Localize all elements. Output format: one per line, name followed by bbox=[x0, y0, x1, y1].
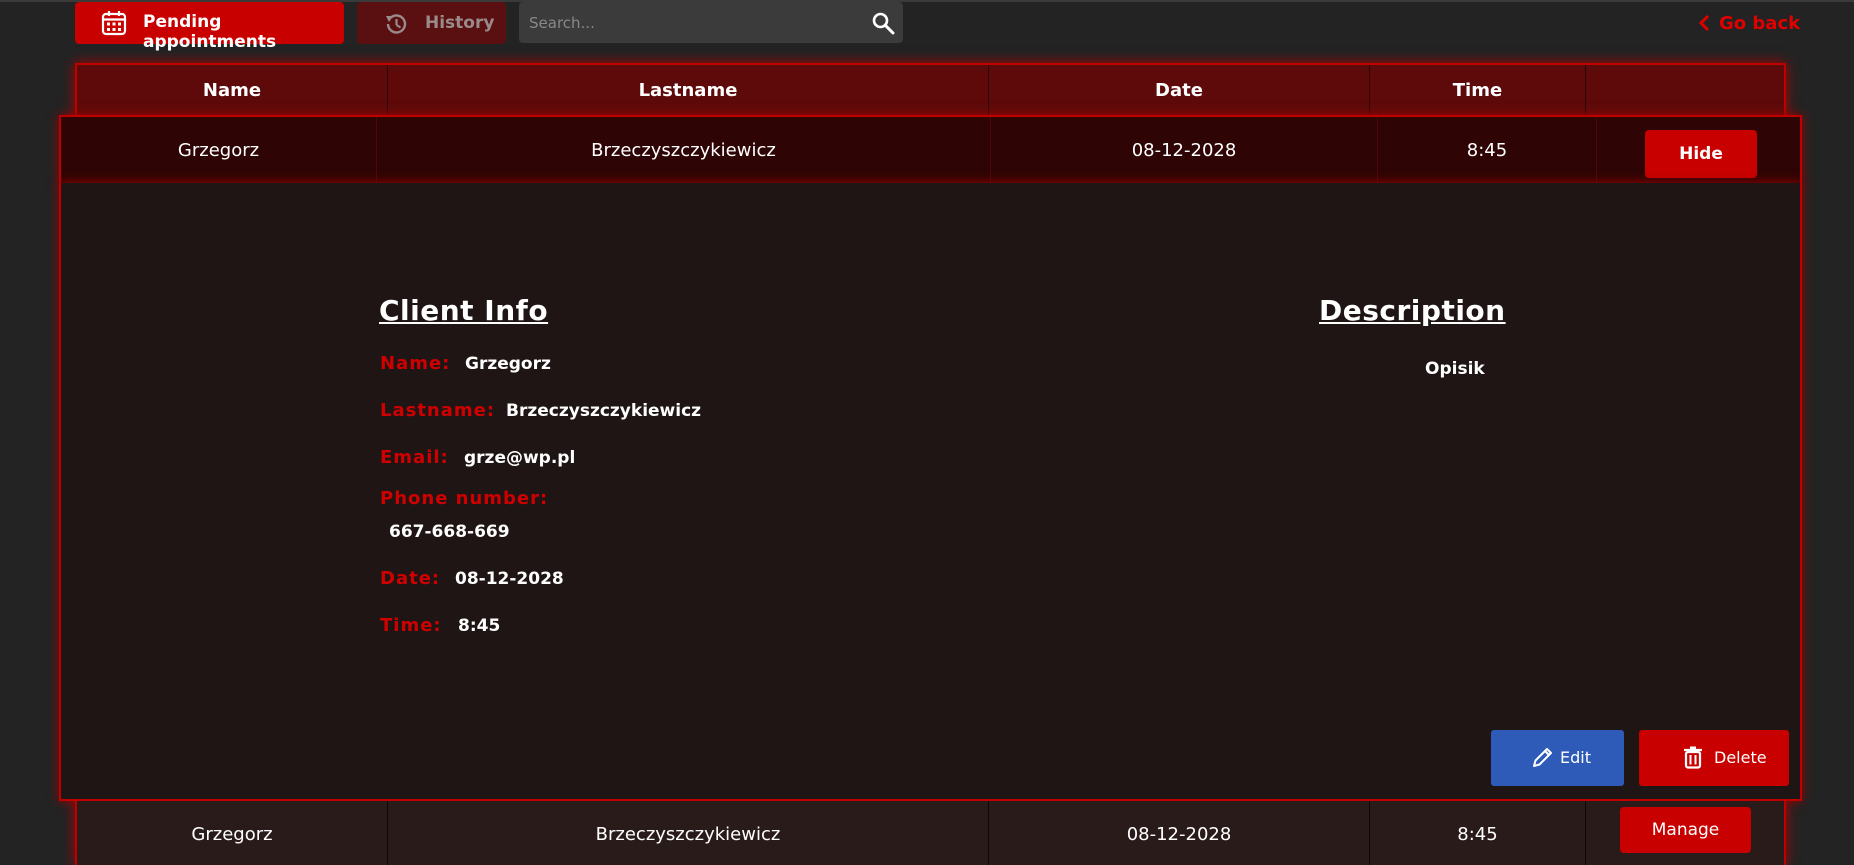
history-button[interactable]: History bbox=[357, 2, 506, 44]
time-value: 8:45 bbox=[458, 616, 501, 636]
table-header: Name Lastname Date Time bbox=[75, 63, 1786, 117]
date-label: Date: bbox=[380, 568, 441, 589]
table-row-selected[interactable]: Grzegorz Brzeczyszczykiewicz 08-12-2028 … bbox=[59, 115, 1802, 185]
edit-button[interactable]: Edit bbox=[1491, 730, 1624, 786]
time-label: Time: bbox=[380, 615, 442, 636]
pending-appointments-label: Pending appointments bbox=[143, 12, 277, 52]
phone-value: 667-668-669 bbox=[389, 522, 510, 542]
go-back-link[interactable]: Go back bbox=[1697, 10, 1800, 36]
email-label: Email: bbox=[380, 447, 449, 468]
cell-lastname: Brzeczyszczykiewicz bbox=[591, 139, 776, 161]
appointment-details-panel: Client Info Description Name: Grzegorz L… bbox=[59, 183, 1802, 801]
go-back-label: Go back bbox=[1719, 12, 1801, 34]
delete-button[interactable]: Delete bbox=[1639, 730, 1789, 786]
name-value: Grzegorz bbox=[465, 354, 551, 374]
client-info-title: Client Info bbox=[379, 294, 549, 327]
hide-button[interactable]: Hide bbox=[1645, 130, 1757, 178]
cell-lastname: Brzeczyszczykiewicz bbox=[595, 823, 781, 845]
search-icon[interactable] bbox=[871, 11, 895, 35]
phone-label: Phone number: bbox=[380, 488, 549, 509]
column-divider bbox=[1596, 117, 1597, 183]
calendar-icon bbox=[101, 11, 127, 36]
cell-time: 8:45 bbox=[1466, 139, 1508, 161]
chevron-left-icon bbox=[1698, 14, 1710, 32]
search-box bbox=[519, 2, 903, 43]
header-time: Time bbox=[1452, 79, 1503, 101]
header-lastname: Lastname bbox=[638, 79, 738, 101]
description-text: Opisik bbox=[1425, 359, 1485, 379]
cell-name: Grzegorz bbox=[191, 823, 273, 845]
history-icon bbox=[386, 14, 407, 34]
pending-appointments-button[interactable]: Pending appointments bbox=[75, 2, 344, 52]
header-date: Date bbox=[1155, 79, 1203, 101]
cell-date: 08-12-2028 bbox=[1126, 823, 1232, 845]
email-value: grze@wp.pl bbox=[464, 448, 576, 468]
lastname-label: Lastname: bbox=[380, 400, 496, 421]
cell-time: 8:45 bbox=[1457, 823, 1498, 845]
header-actions bbox=[1586, 65, 1784, 115]
header-name: Name bbox=[202, 79, 262, 101]
history-label: History bbox=[425, 13, 495, 33]
lastname-value: Brzeczyszczykiewicz bbox=[506, 401, 702, 421]
trash-icon bbox=[1684, 746, 1702, 769]
column-divider bbox=[1585, 801, 1586, 865]
name-label: Name: bbox=[380, 353, 451, 374]
search-input[interactable] bbox=[529, 2, 849, 43]
manage-button[interactable]: Manage bbox=[1620, 807, 1751, 853]
cell-name: Grzegorz bbox=[177, 139, 260, 161]
pencil-icon bbox=[1533, 748, 1552, 767]
date-value: 08-12-2028 bbox=[455, 569, 564, 589]
edit-label: Edit bbox=[1560, 748, 1591, 767]
delete-label: Delete bbox=[1714, 748, 1767, 767]
table-row[interactable]: Grzegorz Brzeczyszczykiewicz 08-12-2028 … bbox=[75, 801, 1786, 865]
cell-date: 08-12-2028 bbox=[1131, 139, 1237, 161]
description-title: Description bbox=[1319, 294, 1506, 327]
